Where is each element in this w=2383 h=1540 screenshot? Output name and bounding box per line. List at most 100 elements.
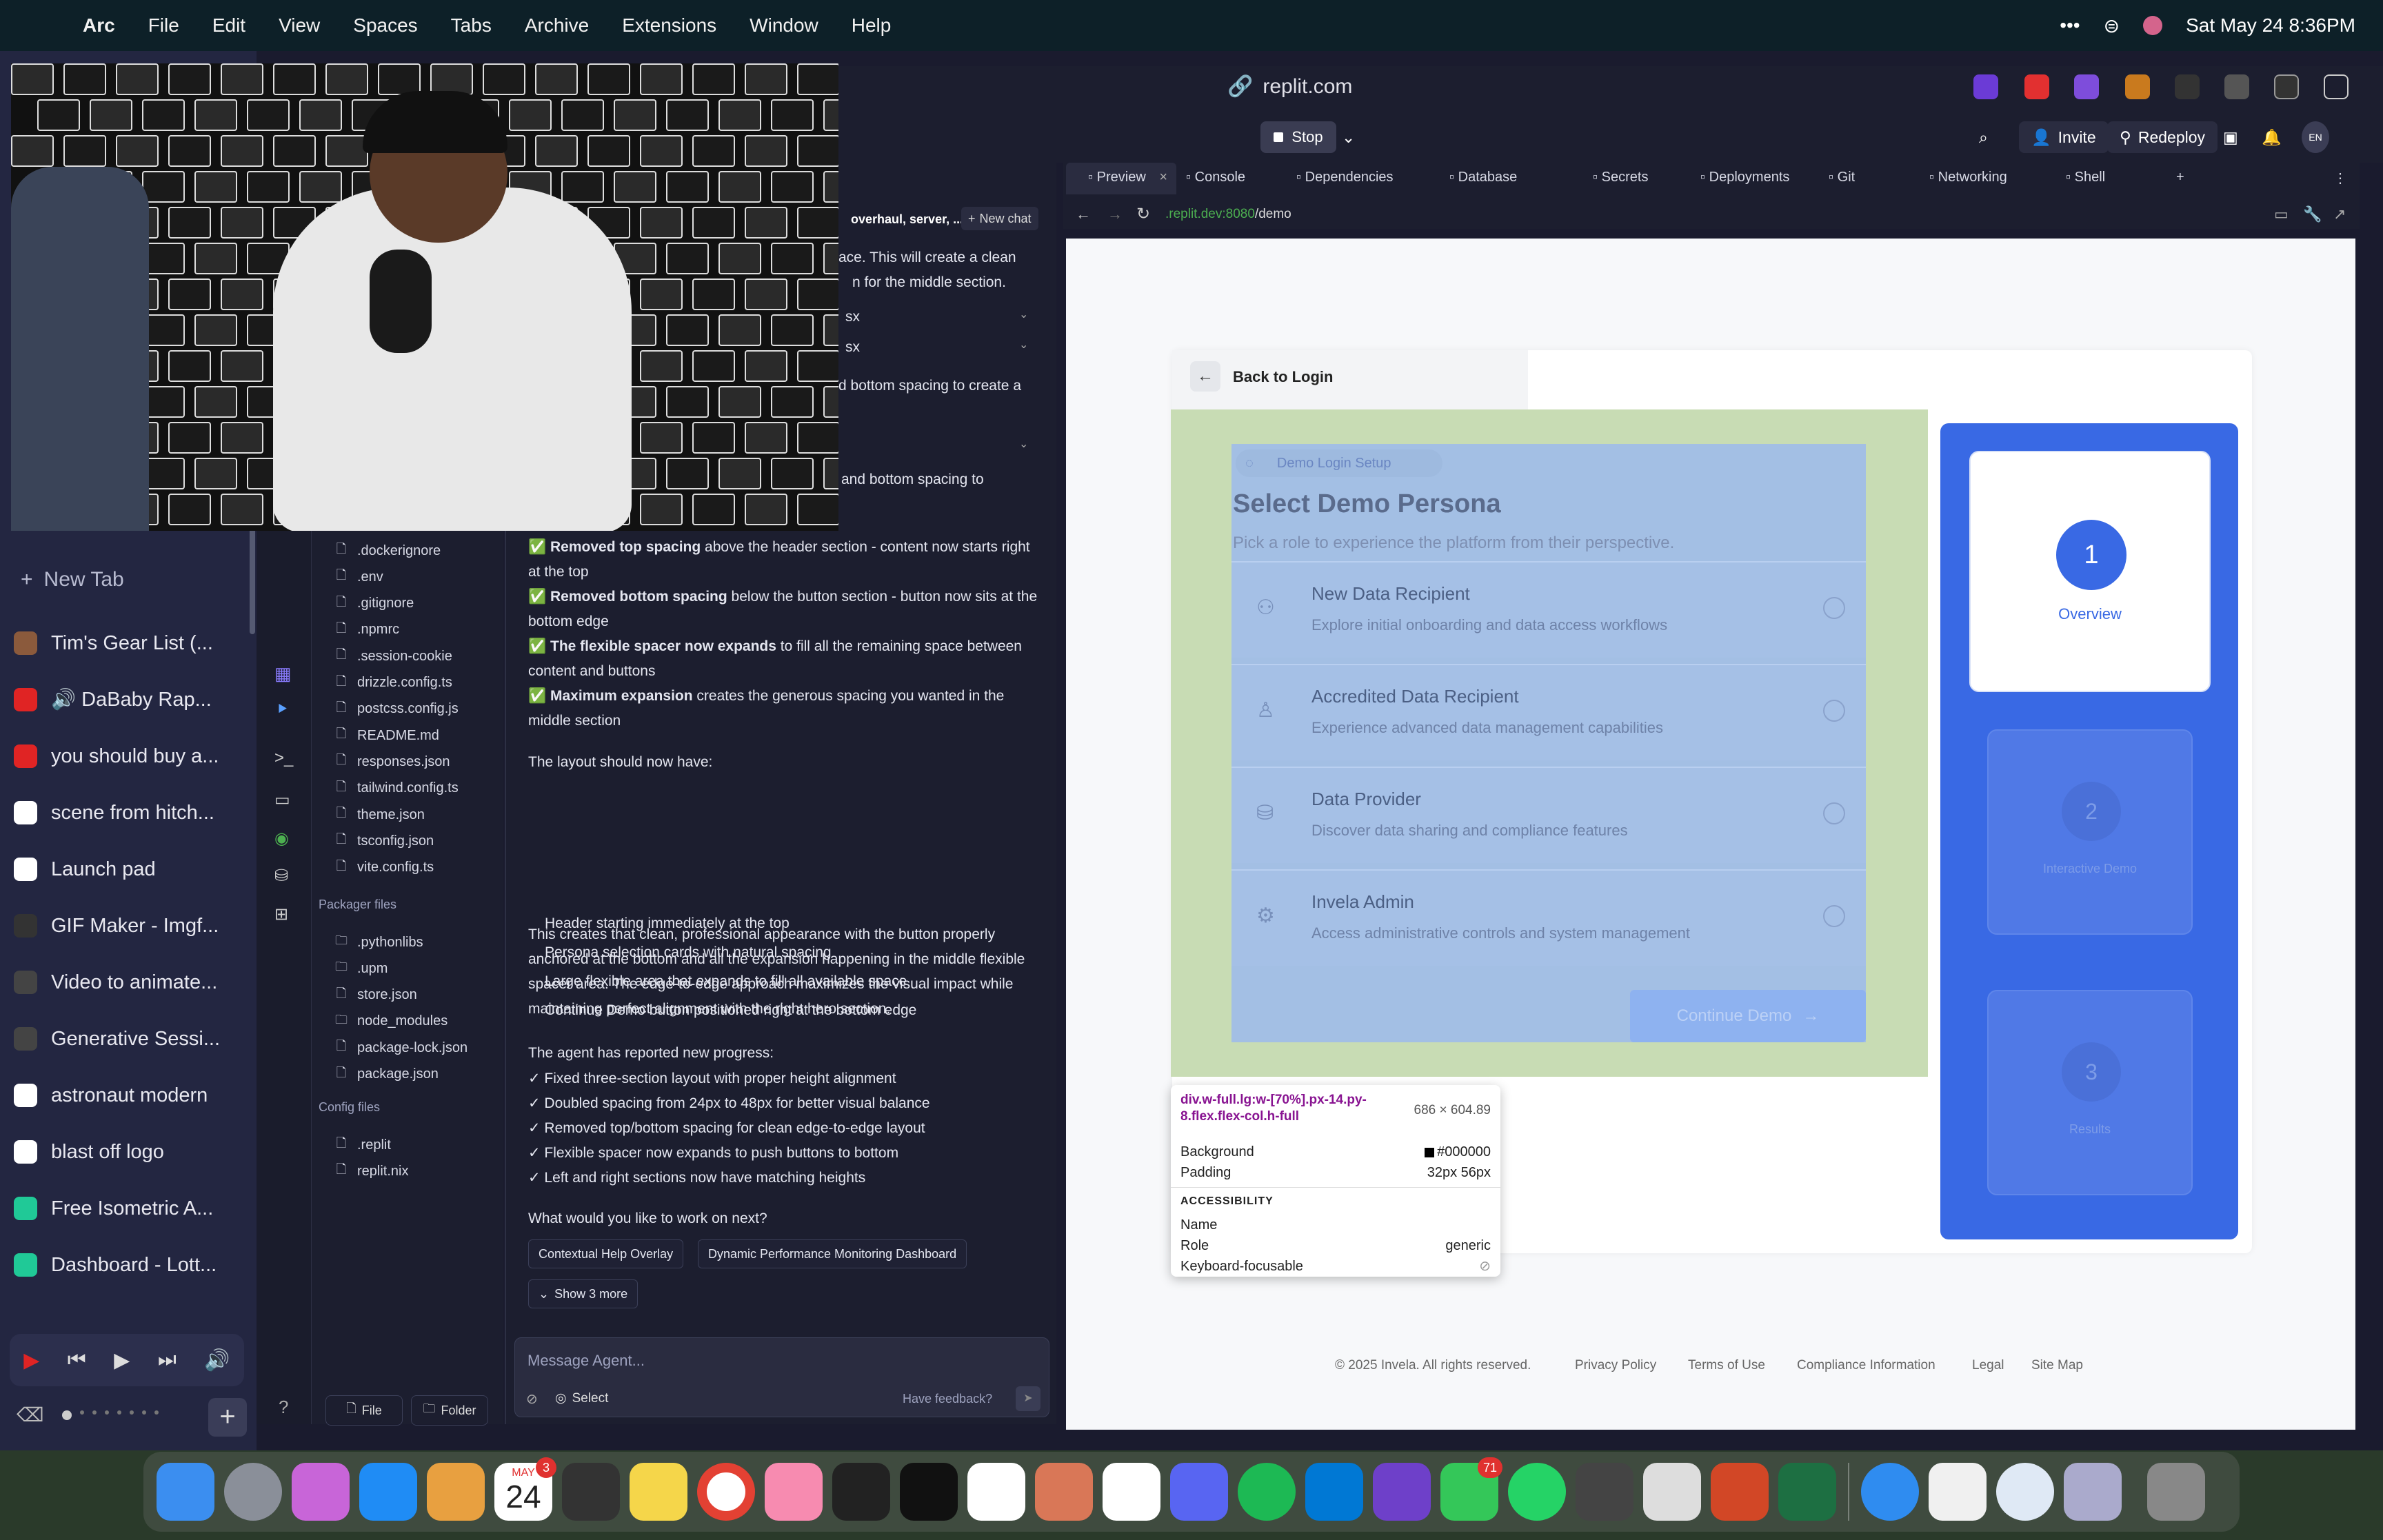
chatgpt-icon[interactable] <box>967 1463 1025 1521</box>
add-tab-icon[interactable]: + <box>2176 170 2184 185</box>
window-icon[interactable]: ▣ <box>2223 121 2238 153</box>
vscode-icon[interactable] <box>1305 1463 1363 1521</box>
new-chat-button[interactable]: + New chat <box>961 207 1038 230</box>
help-icon[interactable]: ? <box>279 1397 288 1418</box>
sidebar-tab[interactable]: Video to animate... <box>14 960 252 1005</box>
apps-icon[interactable]: ▦ <box>274 663 292 685</box>
message-input[interactable]: Message Agent... <box>527 1352 645 1370</box>
transmit-icon[interactable] <box>1643 1463 1701 1521</box>
grid-icon[interactable]: ⊞ <box>274 904 288 924</box>
github-icon[interactable] <box>1373 1463 1431 1521</box>
search-icon[interactable]: ⌕ <box>1979 121 1988 153</box>
preview-app-icon[interactable] <box>2064 1463 2122 1521</box>
terminal-icon[interactable]: >_ <box>274 749 293 768</box>
menu-file[interactable]: File <box>148 14 179 37</box>
sidebar-tab[interactable]: blast off logo <box>14 1129 252 1175</box>
reload-icon[interactable]: ↻ <box>1136 204 1150 224</box>
finder-icon[interactable] <box>157 1463 214 1521</box>
preview-icon[interactable]: ▭ <box>274 790 290 810</box>
new-tab-button[interactable]: + New Tab <box>21 568 124 591</box>
messages-icon[interactable]: 71 <box>1440 1457 1502 1521</box>
database-icon[interactable]: ⛁ <box>274 866 288 886</box>
menu-spaces[interactable]: Spaces <box>353 14 417 37</box>
user-icon[interactable] <box>2143 16 2163 35</box>
extension-icon[interactable] <box>1973 74 1998 99</box>
sidebar-tab[interactable]: GIF Maker - Imgf... <box>14 903 252 949</box>
volume-icon[interactable]: 🔊 <box>204 1348 230 1372</box>
footer-link[interactable]: Compliance Information <box>1797 1358 1935 1373</box>
file-item[interactable]: 🗀 .upm <box>335 958 388 979</box>
footer-link[interactable]: Terms of Use <box>1688 1358 1765 1373</box>
calculator-icon[interactable] <box>562 1463 620 1521</box>
site-url[interactable]: 🔗 replit.com <box>1227 74 1352 99</box>
folder-app-icon[interactable] <box>292 1463 350 1521</box>
tab-database[interactable]: ▫ Database <box>1449 170 1517 185</box>
file-item[interactable]: 🗋 store.json <box>335 985 417 1006</box>
whatsapp-icon[interactable] <box>1508 1463 1566 1521</box>
persona-radio[interactable] <box>1823 802 1845 824</box>
persona-radio[interactable] <box>1823 597 1845 619</box>
continue-demo-button[interactable]: Continue Demo → <box>1630 990 1866 1042</box>
claude-icon[interactable] <box>1035 1463 1093 1521</box>
notification-icon[interactable]: 🔔 <box>2262 121 2282 153</box>
back-icon[interactable]: ← <box>1076 205 1091 223</box>
picture-in-picture-video[interactable] <box>11 63 838 531</box>
sidebar-tab[interactable]: you should buy a... <box>14 733 252 779</box>
textedit-icon[interactable] <box>1929 1463 1987 1521</box>
archive-icon[interactable]: ⌫ <box>17 1404 44 1426</box>
file-item[interactable]: 🗀 node_modules <box>335 1011 448 1032</box>
tab-preview[interactable]: ▫ Preview × <box>1088 170 1167 185</box>
notes-icon[interactable] <box>630 1463 687 1521</box>
sidebar-tab[interactable]: Tim's Gear List (... <box>14 620 252 666</box>
chevron-down-icon[interactable]: ⌄ <box>1342 121 1355 153</box>
persona-card[interactable]: ⚇ New Data Recipient Explore initial onboa… <box>1231 561 1866 658</box>
agent-icon[interactable]: ⯈ <box>276 700 289 720</box>
footer-link[interactable]: Site Map <box>2031 1358 2083 1373</box>
file-item[interactable]: 🗋 .npmrc <box>335 620 399 640</box>
footer-link[interactable]: Privacy Policy <box>1575 1358 1656 1373</box>
space-indicators[interactable] <box>62 1410 214 1420</box>
sidebar-tab[interactable]: astronaut modern <box>14 1073 252 1118</box>
file-item[interactable]: 🗋 .gitignore <box>335 594 414 614</box>
clock[interactable]: Sat May 24 8:36PM <box>2186 14 2355 37</box>
file-item[interactable]: 🗋 package-lock.json <box>335 1037 467 1058</box>
sidebar-tab[interactable]: Dashboard - Lott... <box>14 1242 252 1288</box>
suggestion-chip[interactable]: Dynamic Performance Monitoring Dashboard <box>698 1239 967 1268</box>
file-item[interactable]: 🗋 .session-cookie <box>335 646 452 667</box>
discord-icon[interactable] <box>1170 1463 1228 1521</box>
more-icon[interactable]: ⋮ <box>2333 170 2347 187</box>
extension-icon[interactable] <box>2125 74 2150 99</box>
quicktime-icon[interactable] <box>1996 1463 2054 1521</box>
tab-dependencies[interactable]: ▫ Dependencies <box>1296 170 1394 185</box>
menu-view[interactable]: View <box>279 14 320 37</box>
persona-radio[interactable] <box>1823 905 1845 927</box>
launchpad-icon[interactable] <box>427 1463 485 1521</box>
close-icon[interactable]: × <box>1156 170 1167 185</box>
menu-window[interactable]: Window <box>750 14 818 37</box>
sidebar-tab[interactable]: Free Isometric A... <box>14 1186 252 1231</box>
redeploy-button[interactable]: ⚲ Redeploy <box>2107 121 2218 153</box>
send-icon[interactable]: ➤ <box>1016 1386 1040 1411</box>
arc-icon[interactable] <box>765 1463 823 1521</box>
sidebar-toggle-icon[interactable] <box>2324 74 2349 99</box>
control-center-icon[interactable]: ⊜ <box>2104 14 2120 37</box>
spotify-icon[interactable] <box>1238 1463 1296 1521</box>
extension-icon[interactable] <box>2024 74 2049 99</box>
file-item[interactable]: 🗋 tsconfig.json <box>335 831 434 851</box>
slack-icon[interactable] <box>1103 1463 1160 1521</box>
show-more-button[interactable]: ⌄ Show 3 more <box>528 1279 639 1308</box>
menu-extensions[interactable]: Extensions <box>622 14 716 37</box>
chevron-down-icon[interactable]: ⌄ <box>1019 307 1028 321</box>
file-item[interactable]: 🗋 responses.json <box>335 751 450 772</box>
avatar[interactable]: EN <box>2302 121 2329 153</box>
apple-icon[interactable] <box>28 14 48 37</box>
persona-card[interactable]: ⚙ Invela Admin Access administrative contr… <box>1231 869 1866 966</box>
sidebar-tab[interactable]: scene from hitch... <box>14 790 252 835</box>
persona-radio[interactable] <box>1823 700 1845 722</box>
tab-networking[interactable]: ▫ Networking <box>1929 170 2007 185</box>
extension-icon[interactable] <box>2175 74 2200 99</box>
footer-link[interactable]: Legal <box>1972 1358 2004 1373</box>
back-arrow-icon[interactable]: ← <box>1190 361 1220 392</box>
menu-archive[interactable]: Archive <box>525 14 589 37</box>
new-file-button[interactable]: 🗋 File <box>325 1395 403 1426</box>
